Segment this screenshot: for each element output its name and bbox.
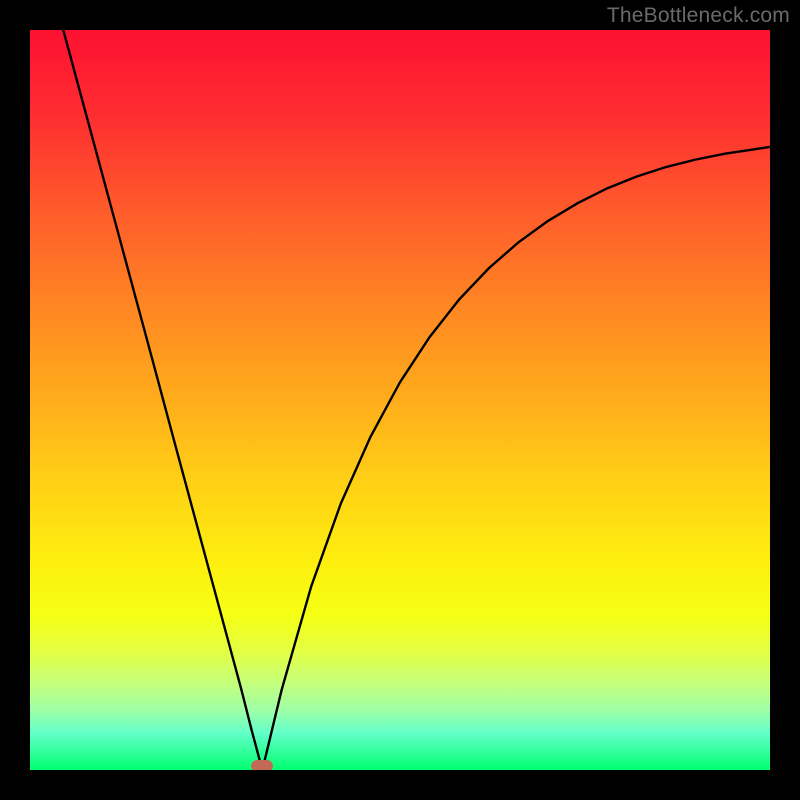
curve-layer: [30, 30, 770, 770]
minimum-marker: [251, 760, 273, 770]
plot-area: [30, 30, 770, 770]
bottleneck-curve: [63, 30, 770, 770]
chart-frame: TheBottleneck.com: [0, 0, 800, 800]
watermark-text: TheBottleneck.com: [607, 4, 790, 28]
